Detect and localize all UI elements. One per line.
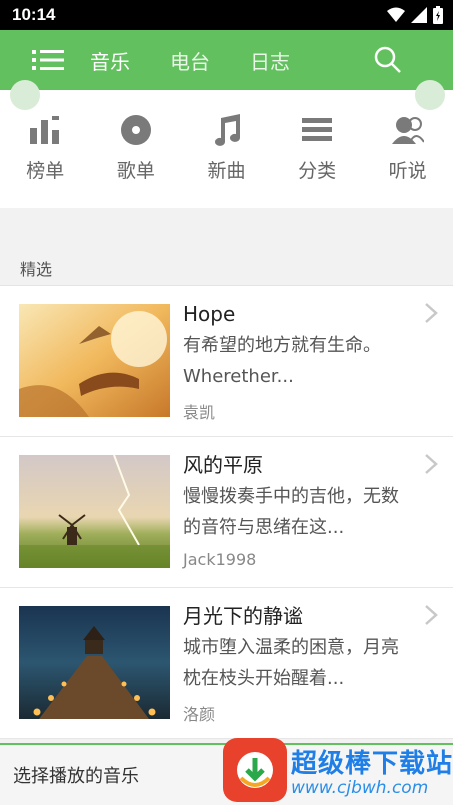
category-list-icon: [302, 112, 333, 148]
scroll-right-arrow-icon[interactable]: [415, 80, 445, 110]
item-desc-line: 有希望的地方就有生命。: [183, 335, 381, 356]
chart-bars-icon: [30, 112, 60, 148]
watermark-title: 超级棒下载站: [290, 748, 453, 779]
item-thumbnail: [19, 606, 170, 719]
item-description: 城市堕入温柔的困意，月亮 枕在枝头开始醒着...: [183, 632, 439, 694]
search-icon[interactable]: [373, 45, 403, 79]
list-item[interactable]: 风的平原 慢慢拨奏手中的吉他，无数 的音符与思绪在这... Jack1998: [0, 437, 453, 588]
status-time: 10:14: [12, 5, 56, 24]
tab-journal[interactable]: 日志: [230, 46, 310, 75]
item-description: 有希望的地方就有生命。 Wherether...: [183, 330, 439, 392]
music-note-icon: [210, 112, 242, 148]
chevron-right-icon: [424, 604, 438, 630]
quick-nav: 榜单 歌单 新曲 分类 听说: [0, 80, 453, 208]
section-gap: [0, 208, 453, 240]
quick-nav-label: 听说: [388, 160, 427, 182]
tab-music[interactable]: 音乐: [70, 46, 150, 75]
watermark-logo-icon: [222, 738, 287, 802]
signal-icon: [411, 7, 427, 23]
quick-nav-charts[interactable]: 榜单: [5, 112, 85, 183]
disc-icon: [120, 112, 152, 148]
list-item[interactable]: 月光下的静谧 城市堕入温柔的困意，月亮 枕在枝头开始醒着... 洛颜: [0, 588, 453, 739]
app-bar: 音乐 电台 日志: [0, 30, 453, 90]
quick-nav-label: 榜单: [26, 160, 65, 182]
item-desc-line: Wherether...: [183, 366, 294, 387]
item-author: 袁凯: [183, 403, 216, 422]
tab-radio[interactable]: 电台: [150, 46, 230, 75]
status-bar: 10:14: [0, 0, 453, 30]
item-thumbnail: [19, 455, 170, 568]
quick-nav-categories[interactable]: 分类: [277, 112, 357, 183]
watermark-text: 超级棒下载站 www.cjbwh.com: [291, 743, 453, 798]
menu-icon[interactable]: [0, 49, 70, 71]
status-icons: [387, 6, 443, 24]
item-author: 洛颜: [183, 705, 216, 724]
section-title: 精选: [0, 240, 453, 286]
watermark: 超级棒下载站 www.cjbwh.com: [222, 735, 453, 805]
item-title: 月光下的静谧: [183, 604, 303, 628]
list-item[interactable]: Hope 有希望的地方就有生命。 Wherether... 袁凯: [0, 286, 453, 437]
quick-nav-label: 分类: [298, 160, 337, 182]
wifi-icon: [387, 7, 405, 22]
item-title: 风的平原: [183, 453, 263, 477]
item-desc-line: 慢慢拨奏手中的吉他，无数: [183, 486, 399, 507]
featured-list: Hope 有希望的地方就有生命。 Wherether... 袁凯 风的平原 慢慢…: [0, 286, 453, 739]
chevron-right-icon: [424, 302, 438, 328]
listeners-icon: [391, 112, 424, 148]
watermark-url: www.cjbwh.com: [290, 777, 429, 798]
item-desc-line: 城市堕入温柔的困意，月亮: [183, 637, 399, 658]
quick-nav-label: 新曲: [207, 160, 246, 182]
chevron-right-icon: [424, 453, 438, 479]
item-description: 慢慢拨奏手中的吉他，无数 的音符与思绪在这...: [183, 481, 439, 543]
player-label: 选择播放的音乐: [13, 766, 139, 787]
item-thumbnail: [19, 304, 170, 417]
item-title: Hope: [183, 302, 236, 326]
quick-nav-new-songs[interactable]: 新曲: [186, 112, 266, 183]
quick-nav-playlists[interactable]: 歌单: [96, 112, 176, 183]
quick-nav-label: 歌单: [116, 160, 155, 182]
battery-icon: [433, 6, 443, 24]
item-desc-line: 枕在枝头开始醒着...: [183, 668, 345, 689]
quick-nav-listen[interactable]: 听说: [368, 112, 448, 183]
item-desc-line: 的音符与思绪在这...: [183, 517, 345, 538]
scroll-left-arrow-icon[interactable]: [10, 80, 40, 110]
item-author: Jack1998: [183, 550, 257, 569]
